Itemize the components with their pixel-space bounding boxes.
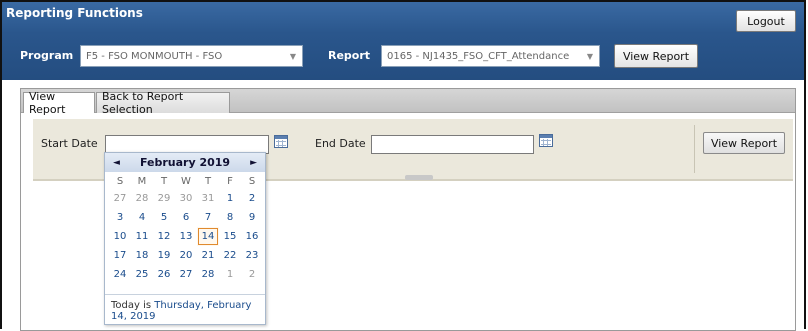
weekday-label: S [248, 176, 256, 187]
calendar-day[interactable]: 23 [241, 246, 263, 265]
weekday-label: M [137, 176, 147, 187]
view-report-button[interactable]: View Report [703, 132, 785, 154]
header-bar: Reporting Functions Logout Program F5 - … [2, 2, 804, 80]
previous-month-icon[interactable]: ◄ [113, 158, 120, 168]
calendar-day[interactable]: 13 [175, 227, 197, 246]
calendar-day[interactable]: 24 [109, 265, 131, 284]
app-frame: Reporting Functions Logout Program F5 - … [0, 0, 806, 331]
calendar-day[interactable]: 30 [175, 189, 197, 208]
app-title: Reporting Functions [6, 6, 143, 20]
calendar-day[interactable]: 5 [153, 208, 175, 227]
calendar-day[interactable]: 9 [241, 208, 263, 227]
calendar-day[interactable]: 2 [241, 189, 263, 208]
calendar-week: 27 28 29 30 31 1 2 [109, 189, 263, 208]
calendar-day[interactable]: 21 [197, 246, 219, 265]
header-view-report-button[interactable]: View Report [614, 44, 698, 68]
program-label: Program [20, 49, 74, 62]
program-select-value: F5 - FSO MONMOUTH - FSO [86, 50, 223, 62]
calendar-day[interactable]: 16 [241, 227, 263, 246]
calendar-day[interactable]: 2 [241, 265, 263, 284]
calendar-day[interactable]: 4 [131, 208, 153, 227]
calendar-day[interactable]: 12 [153, 227, 175, 246]
calendar-grid: S M T W T F S 27 28 29 30 31 1 2 3 4 5 6… [109, 174, 263, 284]
chevron-down-icon: ▼ [289, 52, 296, 61]
calendar-day[interactable]: 27 [109, 189, 131, 208]
end-date-input[interactable] [371, 135, 534, 154]
weekday-label: F [227, 176, 233, 187]
program-select[interactable]: F5 - FSO MONMOUTH - FSO ▼ [80, 45, 303, 67]
tab-back-to-report-selection[interactable]: Back to Report Selection [96, 90, 230, 116]
calendar-day[interactable]: 1 [219, 265, 241, 284]
calendar-day[interactable]: 29 [153, 189, 175, 208]
calendar-day[interactable]: 1 [219, 189, 241, 208]
calendar-week: 24 25 26 27 28 1 2 [109, 265, 263, 284]
start-date-label: Start Date [41, 137, 98, 150]
calendar-day[interactable]: 15 [219, 227, 241, 246]
calendar-day[interactable]: 10 [109, 227, 131, 246]
calendar-day[interactable]: 8 [219, 208, 241, 227]
calendar-day[interactable]: 26 [153, 265, 175, 284]
calendar-day[interactable]: 19 [153, 246, 175, 265]
weekday-row: S M T W T F S [109, 174, 263, 189]
date-picker-popup: ◄ February 2019 ► S M T W T F S 27 28 29… [104, 152, 266, 325]
calendar-month-title[interactable]: February 2019 [140, 156, 230, 169]
calendar-day[interactable]: 28 [131, 189, 153, 208]
weekday-label: T [160, 176, 168, 187]
logout-button[interactable]: Logout [736, 10, 796, 32]
resize-handle[interactable] [405, 175, 433, 180]
calendar-day[interactable]: 31 [197, 189, 219, 208]
report-select-value: 0165 - NJ1435_FSO_CFT_Attendance [387, 50, 570, 62]
calendar-day[interactable]: 20 [175, 246, 197, 265]
calendar-week: 17 18 19 20 21 22 23 [109, 246, 263, 265]
calendar-day[interactable]: 18 [131, 246, 153, 265]
calendar-day[interactable]: 22 [219, 246, 241, 265]
calendar-day[interactable]: 3 [109, 208, 131, 227]
weekday-label: S [116, 176, 124, 187]
weekday-label: W [181, 176, 191, 187]
calendar-week: 3 4 5 6 7 8 9 [109, 208, 263, 227]
calendar-week: 10 11 12 13 14 15 16 [109, 227, 263, 246]
calendar-icon[interactable] [274, 135, 288, 148]
tab-view-report[interactable]: View Report [23, 90, 95, 116]
report-label: Report [328, 49, 371, 62]
calendar-day-today[interactable]: 14 [197, 227, 219, 246]
today-link[interactable]: Today is Thursday, February 14, 2019 [105, 294, 265, 322]
calendar-day[interactable]: 28 [197, 265, 219, 284]
chevron-down-icon: ▼ [586, 52, 593, 61]
calendar-icon[interactable] [539, 134, 553, 147]
end-date-label: End Date [315, 137, 366, 150]
calendar-day[interactable]: 17 [109, 246, 131, 265]
calendar-day[interactable]: 6 [175, 208, 197, 227]
tab-bar: View Report Back to Report Selection [21, 89, 795, 116]
separator [694, 125, 695, 173]
weekday-label: T [204, 176, 212, 187]
calendar-header: ◄ February 2019 ► [105, 153, 265, 172]
calendar-day[interactable]: 25 [131, 265, 153, 284]
today-prefix: Today is [111, 300, 155, 311]
calendar-day[interactable]: 11 [131, 227, 153, 246]
calendar-day[interactable]: 7 [197, 208, 219, 227]
calendar-day[interactable]: 27 [175, 265, 197, 284]
next-month-icon[interactable]: ► [250, 158, 257, 168]
report-select[interactable]: 0165 - NJ1435_FSO_CFT_Attendance ▼ [381, 45, 600, 67]
